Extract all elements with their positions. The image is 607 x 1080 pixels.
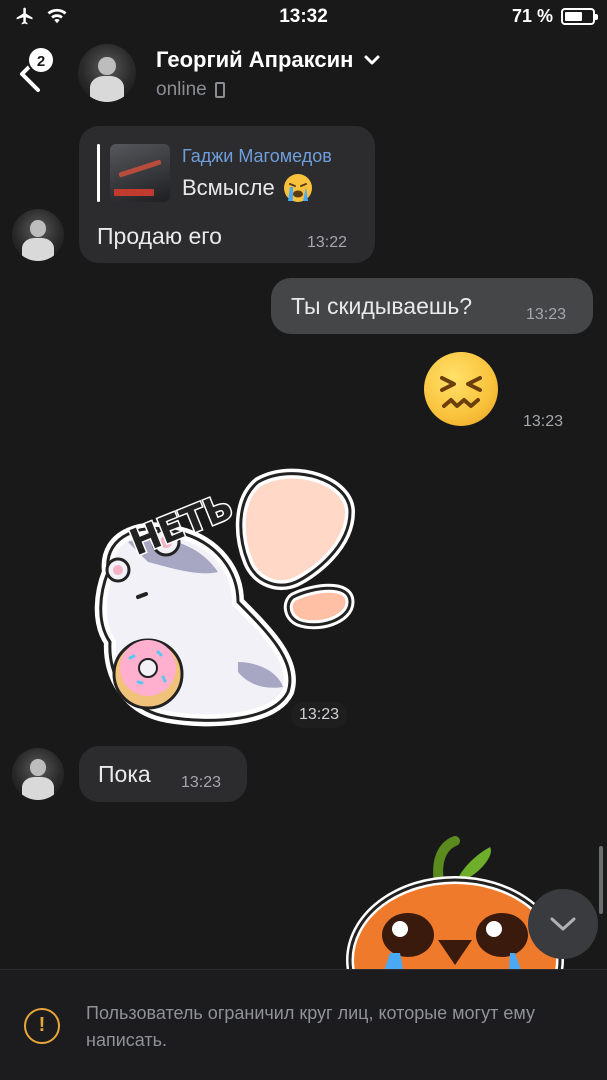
chevron-down-icon: [550, 917, 576, 931]
status-icons-right: 71 %: [511, 6, 598, 27]
status-bar: 13:32 71 %: [0, 0, 607, 34]
message-time: 13:23: [526, 306, 567, 323]
scroll-down-button[interactable]: [528, 889, 598, 959]
message-time: 13:22: [307, 234, 348, 251]
sticker-message[interactable]: НЕТЬ: [88, 462, 368, 732]
reply-thumbnail: [110, 144, 170, 202]
message-bubble-outgoing[interactable]: Ты скидываешь? 13:23: [271, 278, 593, 334]
battery-icon: [561, 8, 598, 25]
message-bubble-incoming[interactable]: Пока 13:23: [79, 746, 247, 802]
hamster-sticker-icon: НЕТЬ: [94, 468, 356, 727]
message-text: Ты скидываешь?: [291, 293, 473, 319]
contact-status: online: [156, 79, 225, 101]
crying-emoji-icon: [283, 174, 312, 202]
chevron-down-icon: [364, 55, 380, 65]
message-text: Продаю его: [97, 223, 222, 249]
message-text: Пока: [98, 761, 151, 787]
mobile-icon: [214, 82, 225, 98]
message-bubble-incoming[interactable]: Гаджи Магомедов Всмысле Продаю его 13:22: [79, 126, 375, 263]
message-time: 13:23: [181, 774, 222, 791]
chat-header: 2 Георгий Апраксин online: [0, 34, 607, 114]
reply-text-value: Всмысле: [182, 175, 275, 200]
message-time: 13:23: [523, 413, 564, 430]
sticker-time: 13:23: [291, 702, 348, 728]
contact-name-button[interactable]: Георгий Апраксин: [156, 47, 381, 73]
reply-line: [97, 144, 100, 202]
notice-text: Пользователь ограничил круг лиц, которые…: [86, 1003, 535, 1050]
warning-icon: !: [24, 1008, 60, 1044]
scroll-indicator[interactable]: [599, 846, 603, 914]
unread-badge: 2: [27, 46, 55, 74]
reply-author: Гаджи Магомедов: [182, 146, 332, 166]
contact-avatar[interactable]: [78, 44, 136, 102]
restriction-notice: ! Пользователь ограничил круг лиц, котор…: [0, 969, 607, 1080]
contact-name: Георгий Апраксин: [156, 47, 354, 72]
battery-fill: [565, 12, 583, 21]
sender-avatar[interactable]: [12, 748, 64, 800]
battery-percent: 71 %: [511, 6, 553, 26]
sender-avatar[interactable]: [12, 209, 64, 261]
reply-quote[interactable]: Гаджи Магомедов Всмысле: [97, 144, 332, 203]
reply-text: Всмысле: [182, 173, 332, 203]
confounded-emoji-icon: [424, 352, 498, 426]
online-status: online: [156, 79, 207, 100]
